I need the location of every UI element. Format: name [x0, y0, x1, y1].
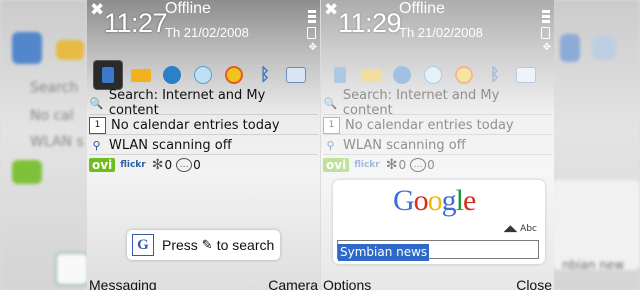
profile-name[interactable]: Offline — [165, 0, 211, 18]
camera-shortcut-icon[interactable] — [283, 62, 309, 88]
search-row[interactable]: 🔍 Search: Internet and My content — [323, 88, 552, 118]
left-background-screen: Search No cal WLAN s — [0, 0, 88, 290]
comment-bubble-icon: … — [176, 158, 193, 172]
ovi-icon: ovi — [89, 158, 116, 172]
app-icon-blur — [12, 32, 42, 64]
contacts-shortcut-icon[interactable] — [327, 62, 353, 88]
star-icon: ✻ — [151, 157, 164, 173]
battery-icon — [541, 27, 550, 39]
messaging-shortcut-icon[interactable] — [358, 62, 384, 88]
camera-icon-blur — [592, 36, 616, 60]
date-text: Th 21/02/2008 — [165, 25, 249, 40]
web-browser-shortcut-icon[interactable] — [389, 62, 415, 88]
search-input-value: Symbian news — [338, 244, 430, 261]
press-label: Press — [162, 237, 198, 253]
to-search-label: to search — [216, 237, 275, 253]
blur-calendar-text: No cal — [30, 108, 74, 124]
pencil-key-icon: ✎ — [201, 237, 213, 253]
battery-icon — [307, 27, 316, 39]
date-text: Th 21/02/2008 — [399, 25, 483, 40]
messaging-shortcut-icon[interactable] — [128, 62, 154, 88]
right-softkey-camera[interactable]: Camera — [268, 277, 318, 290]
google-icon-blur — [55, 252, 88, 286]
flickr-icon: flickr — [354, 160, 380, 170]
left-softkey-options[interactable]: Options — [323, 277, 371, 290]
ovi-icon: ovi — [323, 158, 350, 172]
contacts-shortcut-icon[interactable] — [93, 60, 123, 90]
google-search-widget[interactable]: G Press ✎ to search — [127, 230, 280, 260]
search-icon: 🔍 — [323, 96, 338, 110]
google-logo: Google — [393, 184, 476, 217]
wlan-row[interactable]: ⚲ WLAN scanning off — [89, 134, 318, 155]
right-softkey-close[interactable]: Close — [516, 277, 552, 290]
wlan-row-label: WLAN scanning off — [109, 137, 232, 153]
blur-search-text: Search — [30, 80, 79, 96]
ovi-row[interactable]: ovi flickr ✻ 0 … 0 — [323, 154, 552, 175]
comment-count: 0 — [427, 158, 435, 172]
gallery-shortcut-icon[interactable] — [221, 62, 247, 88]
wlan-icon: ⚲ — [92, 138, 101, 152]
clock-time: 11:27 — [104, 8, 168, 38]
clock-shortcut-icon[interactable] — [420, 62, 446, 88]
signal-indicator-icon — [308, 10, 316, 25]
wlan-row[interactable]: ⚲ WLAN scanning off — [323, 134, 552, 155]
shortcut-bar: ᛒ — [93, 59, 316, 91]
calendar-row-label: No calendar entries today — [111, 117, 280, 133]
phone-home-screen-1: ✖ 11:27 Offline Th 21/02/2008 ✥ ᛒ 🔍 Sear… — [87, 0, 320, 290]
star-count: 0 — [164, 158, 173, 172]
profile-name[interactable]: Offline — [399, 0, 445, 18]
comment-bubble-icon: … — [410, 158, 427, 172]
search-box-blur — [552, 180, 640, 270]
messaging-icon-blur — [56, 40, 84, 60]
blur-field-text: nbian new — [562, 258, 625, 272]
calendar-icon: 1 — [323, 116, 340, 134]
web-browser-shortcut-icon[interactable] — [159, 62, 185, 88]
phone-home-screen-2: ✖ 11:29 Offline Th 21/02/2008 ✥ ᛒ 🔍 Sear… — [321, 0, 554, 290]
calendar-row[interactable]: 1 No calendar entries today — [323, 114, 552, 135]
google-g-icon: G — [132, 234, 154, 256]
clock-shortcut-icon[interactable] — [190, 62, 216, 88]
star-icon: ✻ — [385, 157, 398, 173]
calendar-icon: 1 — [89, 116, 106, 134]
bluetooth-shortcut-icon[interactable]: ᛒ — [252, 62, 278, 88]
close-icon[interactable]: ✖ — [324, 2, 338, 19]
flickr-icon: flickr — [120, 160, 146, 170]
star-count: 0 — [398, 158, 407, 172]
left-softkey-messaging[interactable]: Messaging — [89, 277, 157, 290]
gallery-shortcut-icon[interactable] — [451, 62, 477, 88]
signal-indicator-icon — [542, 10, 550, 25]
close-icon[interactable]: ✖ — [90, 2, 104, 19]
menu-grid-icon: ✥ — [308, 42, 317, 53]
ovi-icon-blur — [12, 160, 42, 184]
camera-shortcut-icon[interactable] — [513, 62, 539, 88]
search-icon: 🔍 — [89, 96, 104, 110]
right-background-screen: nbian new — [552, 0, 640, 290]
calendar-row[interactable]: 1 No calendar entries today — [89, 114, 318, 135]
wlan-icon: ⚲ — [326, 138, 335, 152]
google-search-input[interactable]: Symbian news — [337, 240, 539, 261]
ovi-row[interactable]: ovi flickr ✻ 0 … 0 — [89, 154, 318, 175]
google-search-dialog: Google ◢◣ Abc Symbian news — [333, 180, 545, 264]
calendar-row-label: No calendar entries today — [345, 117, 514, 133]
clock-time: 11:29 — [338, 8, 402, 38]
blur-wlan-text: WLAN s — [30, 134, 84, 150]
input-mode-indicator: ◢◣ Abc — [503, 224, 537, 234]
bluetooth-shortcut-icon[interactable]: ᛒ — [482, 62, 508, 88]
bluetooth-icon-blur — [560, 34, 580, 62]
input-mode-label: Abc — [520, 224, 537, 234]
comment-count: 0 — [193, 158, 201, 172]
menu-grid-icon: ✥ — [542, 42, 551, 53]
wlan-row-label: WLAN scanning off — [343, 137, 466, 153]
search-row[interactable]: 🔍 Search: Internet and My content — [89, 88, 318, 118]
shortcut-bar: ᛒ — [327, 59, 550, 91]
